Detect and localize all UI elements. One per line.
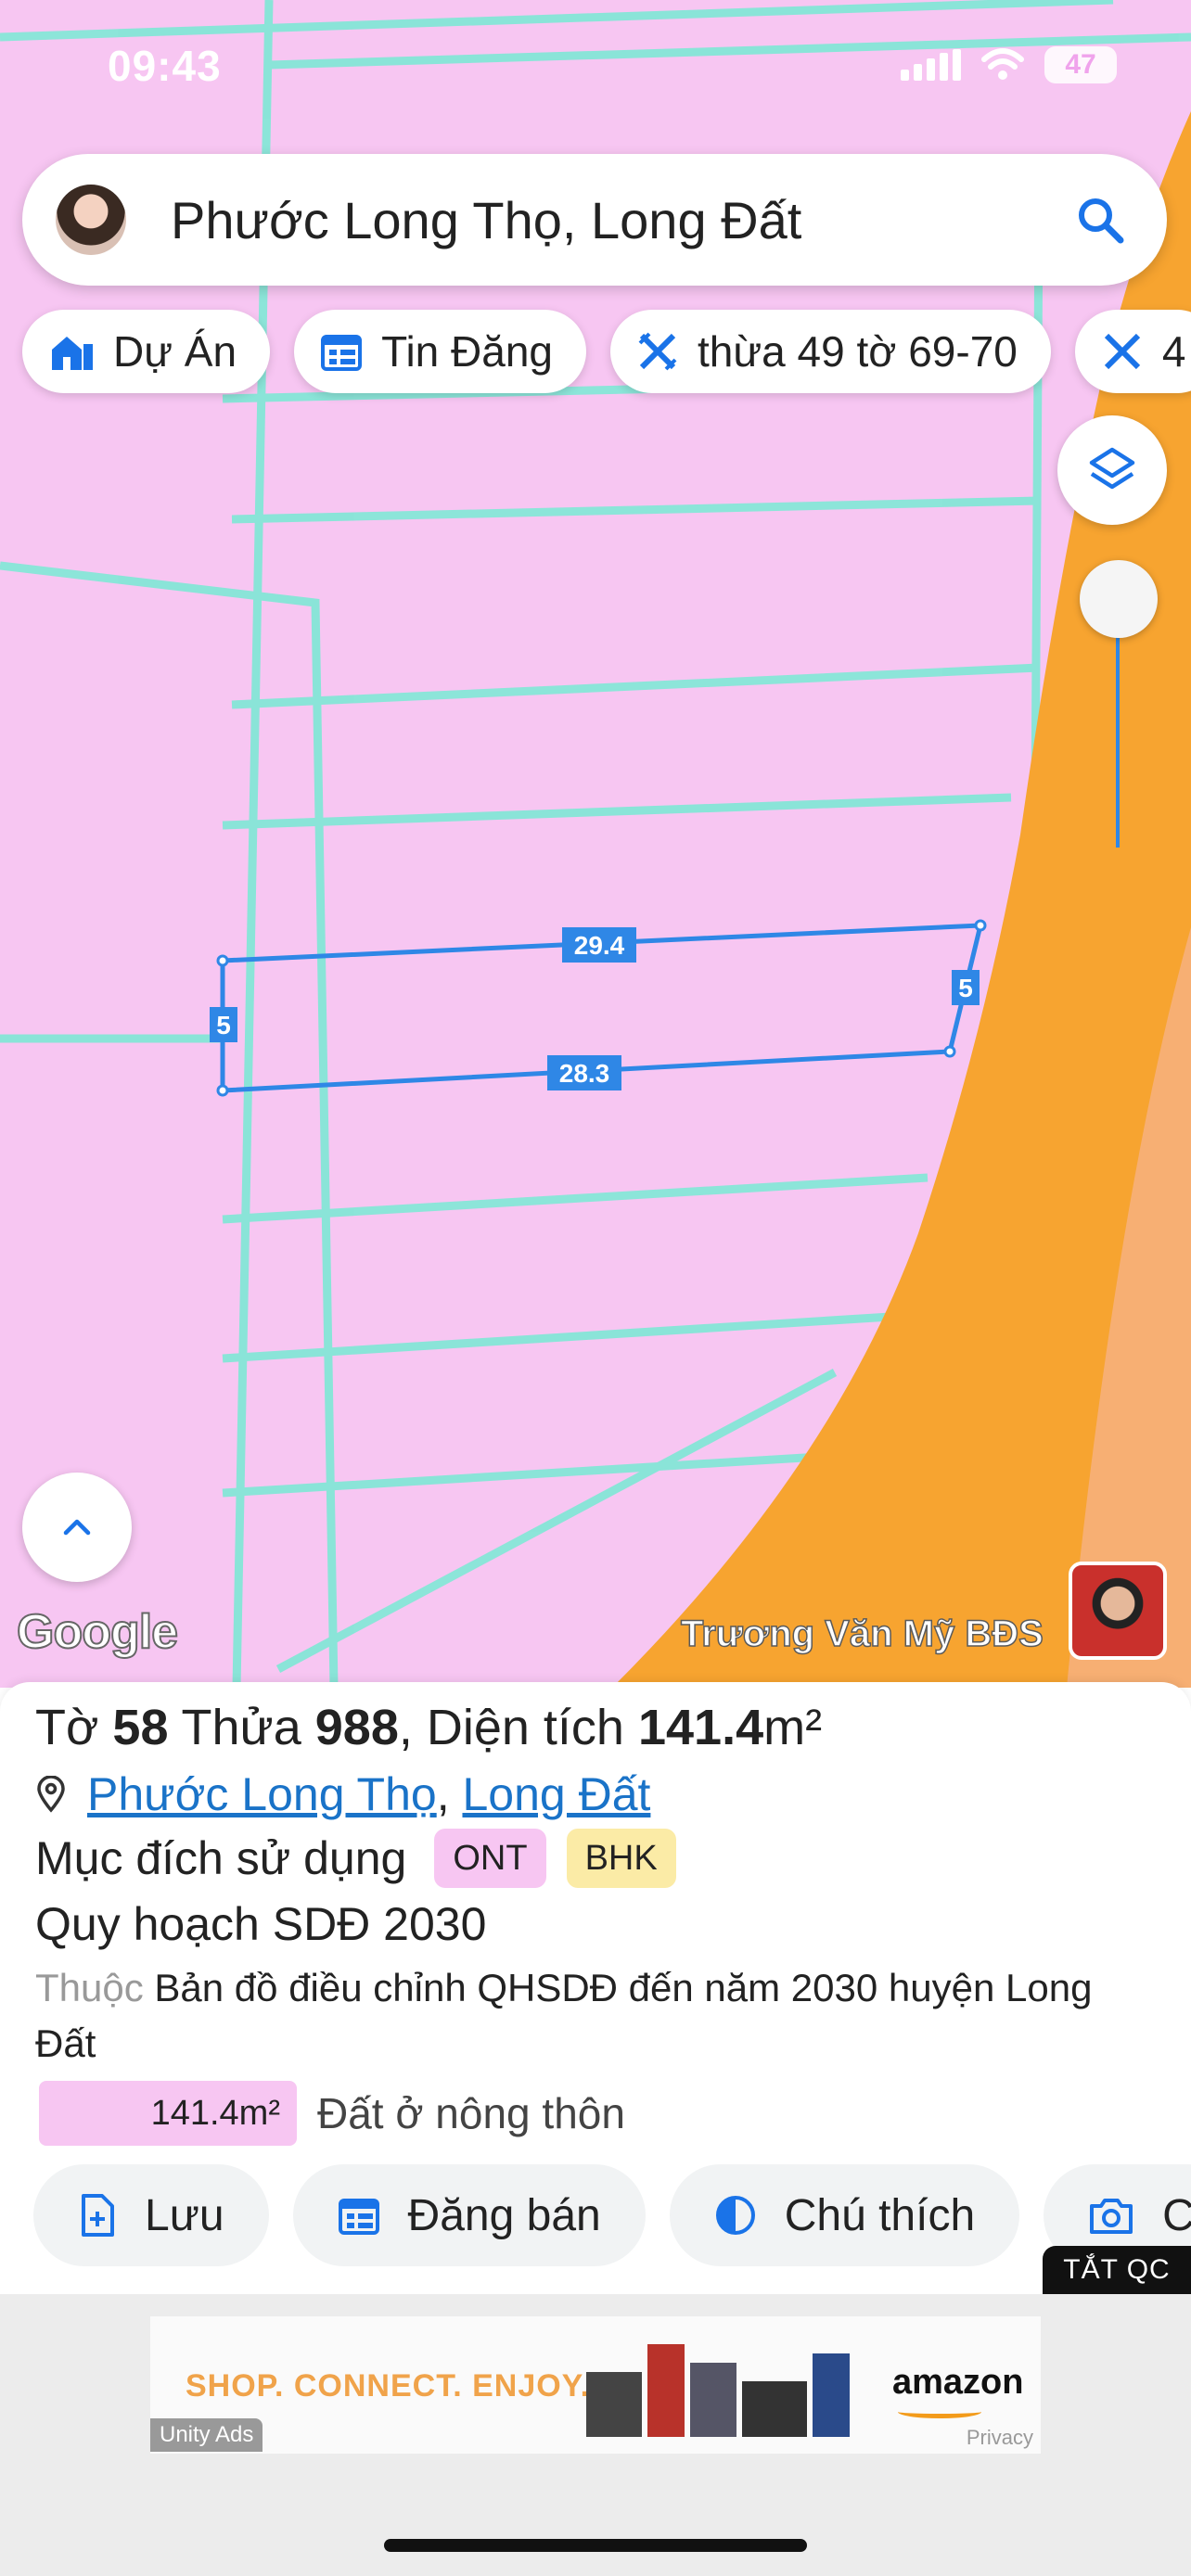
chip-du-an[interactable]: Dự Án [22,310,271,393]
svg-text:5: 5 [958,974,973,1002]
opacity-slider-track[interactable] [1116,603,1120,848]
file-plus-icon [82,2194,114,2237]
chip-more[interactable]: 4 [1074,310,1191,393]
ad-brand: amazon [892,2363,1024,2402]
dimension-right-label: 5 [952,970,980,1005]
contrast-icon [715,2196,755,2235]
parcel-location: Phước Long Thọ, Long Đất [35,1767,650,1821]
google-logo: Google [16,1604,179,1660]
plot-number: 988 [314,1700,399,1755]
zoning-area-row: 141.4m² Đất ở nông thôn [39,2081,625,2146]
chip-thua-49[interactable]: thừa 49 tờ 69-70 [610,310,1051,393]
ad-products-image [586,2335,855,2437]
search-input[interactable]: Phước Long Thọ, Long Đất [171,190,1070,250]
camera-plus-icon [1090,2199,1133,2234]
ruler-icon [638,332,677,371]
ad-area: SHOP. CONNECT. ENJOY. amazon Unity Ads P… [0,2294,1191,2576]
ad-banner[interactable]: SHOP. CONNECT. ENJOY. amazon Unity Ads P… [150,2316,1041,2454]
user-avatar[interactable] [56,185,126,255]
legend-button[interactable]: Chú thích [669,2164,1020,2266]
plan-title: Quy hoạch SDĐ 2030 [35,1898,487,1950]
svg-text:29.4: 29.4 [574,931,625,960]
layers-button[interactable] [1057,415,1167,525]
owner-name: Trương Văn Mỹ BĐS [680,1613,1044,1655]
amazon-smile-icon [898,2405,981,2418]
wifi-icon [981,48,1024,80]
district-link[interactable]: Long Đất [462,1767,650,1821]
area-value: 141.4 [637,1700,764,1755]
ad-privacy-link[interactable]: Privacy [967,2426,1033,2450]
dimension-left-label: 5 [210,1007,237,1042]
filter-chips: Dự Án Tin Đăng thừa 49 tờ 69-70 4 [22,310,1191,393]
ward-link[interactable]: Phước Long Thọ [87,1767,437,1821]
calendar-icon [321,335,363,371]
svg-text:28.3: 28.3 [559,1059,610,1088]
chip-label: 4 [1161,327,1186,376]
signal-icon [901,49,961,81]
ad-slogan: SHOP. CONNECT. ENJOY. [186,2368,591,2404]
home-icon [52,337,93,370]
action-buttons: Lưu Đăng bán Chú thích C [33,2164,1191,2266]
layers-icon [1089,447,1135,490]
zoning-area-box: 141.4m² [39,2081,297,2146]
purpose-tag-bhk: BHK [566,1829,676,1888]
ad-network-badge: Unity Ads [150,2418,263,2452]
chip-tin-dang[interactable]: Tin Đăng [294,310,587,393]
ruler-icon [1104,333,1140,370]
sheet-number: 58 [112,1700,169,1755]
owner-photo[interactable] [1069,1562,1167,1660]
status-time: 09:43 [108,42,222,90]
chip-label: Dự Án [113,327,237,376]
status-icons: 47 [901,46,1117,83]
calendar-icon [338,2199,379,2235]
search-icon[interactable] [1070,190,1130,249]
purpose-tag-ont: ONT [434,1829,546,1888]
post-sale-button[interactable]: Đăng bán [292,2164,646,2266]
svg-text:5: 5 [216,1011,231,1039]
opacity-slider-thumb[interactable] [1080,560,1158,638]
parcel-info-panel: Tờ 58 Thửa 988, Diện tích 141.4m² Phước … [0,1682,1191,2294]
dimension-bottom-label: 28.3 [547,1055,621,1090]
plan-source: Thuộc Bản đồ điều chỉnh QHSDĐ đến năm 20… [35,1966,1093,2065]
search-bar[interactable]: Phước Long Thọ, Long Đất [22,154,1167,286]
home-indicator[interactable] [384,2539,807,2552]
location-pin-icon [37,1776,65,1813]
battery-indicator: 47 [1044,46,1117,83]
hide-ads-button[interactable]: TẮT QC [1043,2246,1191,2294]
land-use-purpose: Mục đích sử dụng ONT BHK [35,1829,676,1888]
zoning-area-label: Đất ở nông thôn [317,2089,625,2137]
map-view[interactable]: 29.4 28.3 5 5 09:43 47 Phước Long Thọ, L… [0,0,1191,1688]
chip-label: thừa 49 tờ 69-70 [698,327,1018,376]
save-button[interactable]: Lưu [33,2164,269,2266]
expand-up-button[interactable] [22,1473,132,1582]
dimension-top-label: 29.4 [562,927,636,963]
parcel-title: Tờ 58 Thửa 988, Diện tích 141.4m² [35,1700,823,1755]
chip-label: Tin Đăng [381,327,554,376]
chevron-up-icon [63,1519,91,1536]
